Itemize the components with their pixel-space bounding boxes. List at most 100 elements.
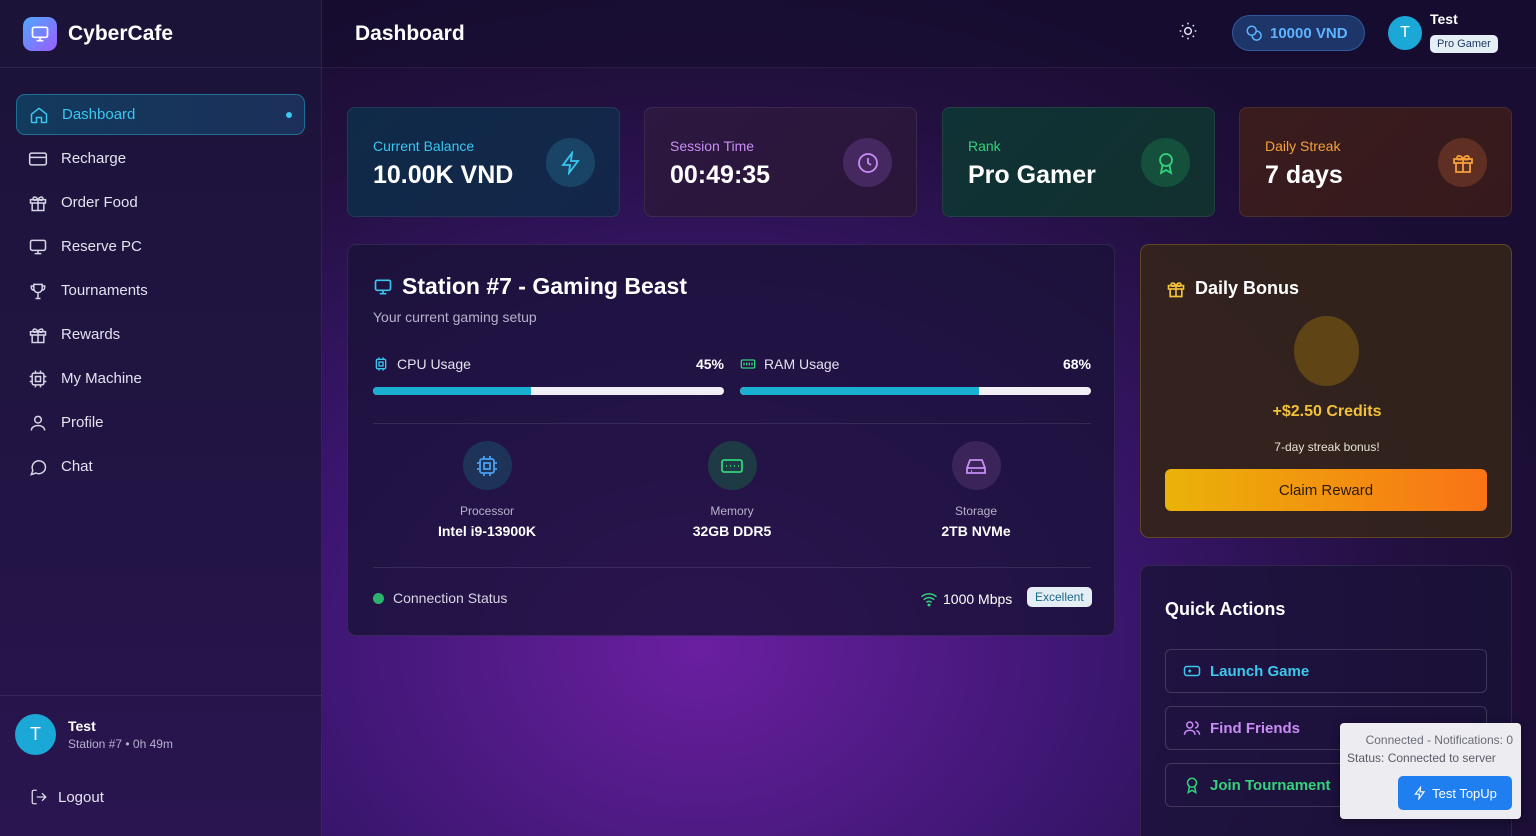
active-indicator (286, 112, 292, 118)
spec-label: Memory (710, 504, 754, 518)
storage-icon (951, 441, 1001, 490)
network-speed: 1000 Mbps (920, 590, 1012, 608)
station-title-row: Station #7 - Gaming Beast (373, 273, 687, 300)
spec-processor: Processor Intel i9-13900K (407, 441, 567, 539)
toast-status-line: Connected - Notifications: 0 (1365, 733, 1513, 747)
ram-progress-bar (740, 387, 1091, 395)
connection-status: Connection Status (373, 590, 507, 606)
spec-value: Intel i9-13900K (437, 523, 537, 539)
sidebar-item-profile[interactable]: Profile (16, 402, 305, 443)
theme-toggle-button[interactable] (1177, 22, 1199, 44)
spec-label: Processor (459, 504, 515, 518)
sidebar-item-order-food[interactable]: Order Food (16, 182, 305, 223)
bonus-coin (1294, 316, 1359, 386)
launch-game-button[interactable]: Launch Game (1165, 649, 1487, 693)
stat-label: Rank (968, 138, 1001, 154)
clock-icon (843, 138, 892, 187)
coins-icon (1245, 24, 1263, 42)
user-card[interactable]: T Test Station #7 • 0h 49m (15, 714, 173, 755)
connection-toast: Connected - Notifications: 0 Status: Con… (1340, 723, 1521, 819)
station-title: Station #7 - Gaming Beast (402, 273, 688, 299)
rank-badge: Pro Gamer (1430, 35, 1498, 53)
header-user-name: Test (1430, 11, 1458, 27)
monitor-icon (373, 277, 393, 297)
sidebar-item-recharge[interactable]: Recharge (16, 138, 305, 179)
claim-reward-button[interactable]: Claim Reward (1165, 469, 1487, 511)
quality-badge: Excellent (1027, 587, 1092, 607)
sidebar-item-chat[interactable]: Chat (16, 446, 305, 487)
stat-value: 7 days (1265, 161, 1343, 189)
balance-pill[interactable]: 10000 VND (1232, 15, 1365, 51)
action-label: Join Tournament (1210, 776, 1331, 794)
trophy-icon (27, 280, 49, 302)
wifi-icon (920, 590, 938, 608)
bonus-title-row: Daily Bonus (1166, 278, 1299, 299)
cpu-usage: CPU Usage 45% (373, 356, 724, 395)
bonus-note: 7-day streak bonus! (1274, 440, 1380, 454)
spec-value: 2TB NVMe (941, 523, 1011, 539)
sidebar-item-label: My Machine (61, 370, 142, 387)
stat-value: 10.00K VND (373, 161, 514, 189)
sidebar-item-dashboard[interactable]: Dashboard (16, 94, 305, 135)
logout-icon (30, 788, 48, 806)
ram-usage-value: 68% (1062, 356, 1091, 372)
monitor-icon (27, 236, 49, 258)
cpu-usage-value: 45% (695, 356, 724, 372)
stat-card-streak: Daily Streak 7 days (1239, 107, 1512, 217)
sidebar-item-tournaments[interactable]: Tournaments (16, 270, 305, 311)
chat-icon (27, 456, 49, 478)
users-icon (1183, 719, 1201, 737)
stat-value: 00:49:35 (670, 161, 771, 189)
bonus-title: Daily Bonus (1195, 278, 1300, 298)
sidebar-footer: T Test Station #7 • 0h 49m Logout (0, 695, 322, 836)
sidebar: CyberCafe Dashboard Recharge Order Food … (0, 0, 322, 836)
logout-button[interactable]: Logout (30, 788, 104, 806)
gamepad-icon (1183, 662, 1201, 680)
user-name: Test (68, 718, 96, 734)
header-avatar[interactable]: T (1388, 16, 1422, 50)
award-icon (1183, 776, 1201, 794)
stat-card-rank: Rank Pro Gamer (942, 107, 1215, 217)
divider (373, 567, 1091, 568)
cpu-usage-label: CPU Usage (397, 356, 471, 372)
sidebar-item-label: Dashboard (62, 106, 136, 123)
logout-label: Logout (58, 788, 104, 806)
topup-label: Test TopUp (1432, 785, 1497, 801)
brand[interactable]: CyberCafe (0, 0, 321, 68)
avatar: T (15, 714, 56, 755)
memory-icon (740, 356, 756, 372)
sidebar-item-label: Tournaments (61, 282, 148, 299)
status-dot (373, 592, 384, 604)
credit-card-icon (27, 148, 49, 170)
ram-usage-label: RAM Usage (764, 356, 840, 372)
stat-label: Session Time (670, 138, 755, 154)
sidebar-item-reserve-pc[interactable]: Reserve PC (16, 226, 305, 267)
user-session-info: Station #7 • 0h 49m (68, 737, 173, 751)
toast-server-line: Status: Connected to server (1347, 751, 1496, 765)
stat-value: Pro Gamer (968, 161, 1096, 189)
stat-card-balance: Current Balance 10.00K VND (347, 107, 620, 217)
test-topup-button[interactable]: Test TopUp (1398, 776, 1512, 810)
sidebar-item-label: Order Food (61, 194, 138, 211)
bonus-credits: +$2.50 Credits (1272, 403, 1382, 420)
sidebar-item-my-machine[interactable]: My Machine (16, 358, 305, 399)
spec-memory: Memory 32GB DDR5 (652, 441, 812, 539)
station-subtitle: Your current gaming setup (373, 309, 537, 325)
cpu-progress-bar (373, 387, 724, 395)
gift-icon (27, 324, 49, 346)
cpu-icon (27, 368, 49, 390)
balance-value: 10000 VND (1270, 24, 1348, 42)
user-icon (27, 412, 49, 434)
station-panel: Station #7 - Gaming Beast Your current g… (347, 244, 1115, 636)
sidebar-item-label: Reserve PC (61, 238, 142, 255)
quick-actions-title: Quick Actions (1165, 599, 1286, 619)
action-label: Launch Game (1210, 662, 1310, 680)
page-title: Dashboard (355, 22, 465, 45)
ram-usage: RAM Usage 68% (740, 356, 1091, 395)
sidebar-item-rewards[interactable]: Rewards (16, 314, 305, 355)
divider (373, 423, 1091, 424)
sidebar-item-label: Rewards (61, 326, 121, 343)
lightning-icon (1413, 786, 1427, 800)
top-header: Dashboard 10000 VND T Test Pro Gamer (322, 0, 1536, 68)
daily-bonus-panel: Daily Bonus +$2.50 Credits 7-day streak … (1140, 244, 1512, 538)
